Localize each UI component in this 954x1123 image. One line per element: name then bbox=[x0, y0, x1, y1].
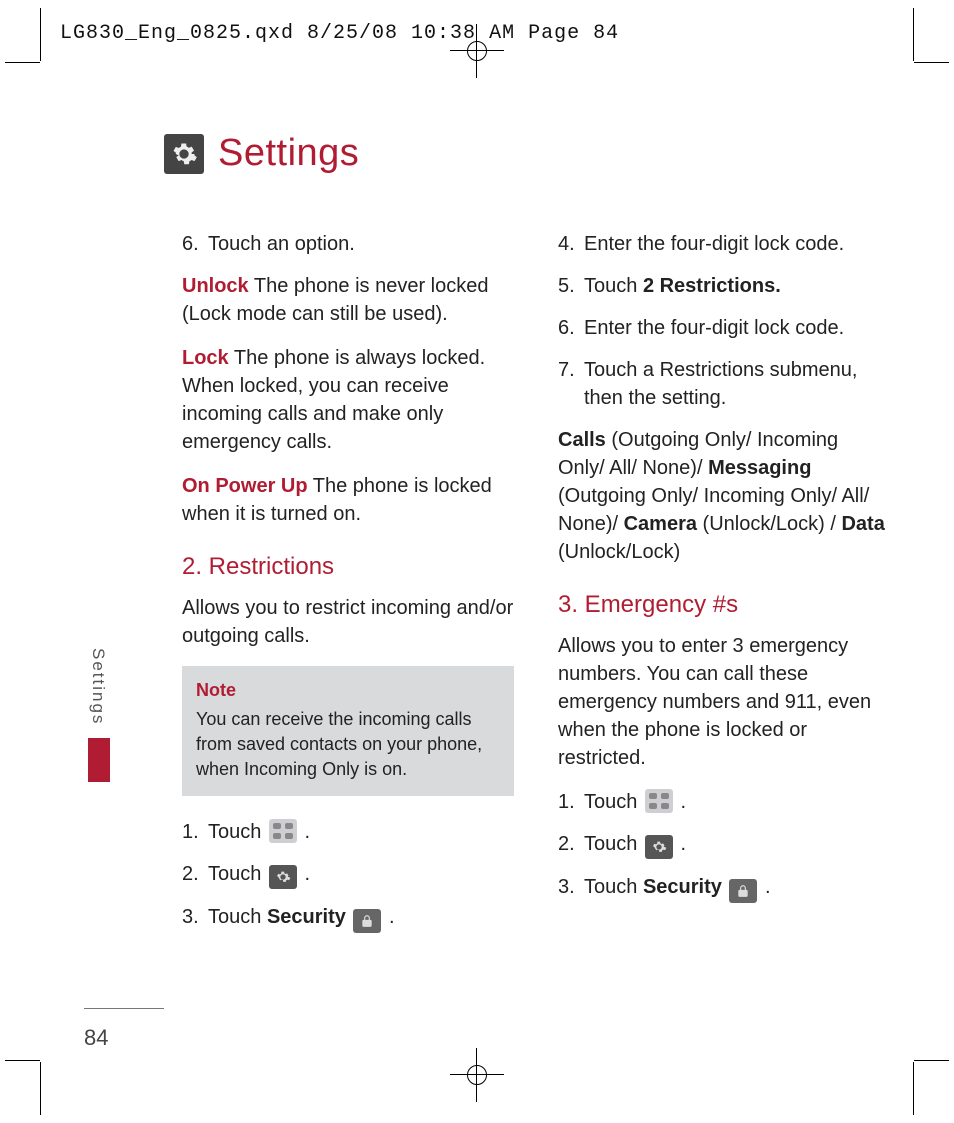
step-text: Enter the four-digit lock code. bbox=[584, 230, 890, 258]
step-6: 6. Touch an option. bbox=[182, 230, 514, 258]
step-text: Touch bbox=[208, 906, 267, 928]
bold-label: 2 Restrictions. bbox=[643, 275, 781, 297]
option-text: (Unlock/Lock) bbox=[558, 541, 680, 563]
lock-icon bbox=[353, 909, 381, 933]
crop-mark bbox=[40, 1062, 41, 1115]
bold-label: Data bbox=[841, 513, 884, 535]
gear-icon bbox=[269, 865, 297, 889]
step-text: Touch bbox=[208, 863, 267, 885]
menu-icon bbox=[269, 819, 297, 843]
step-number: 7. bbox=[558, 356, 584, 412]
step-text: Touch a Restrictions submenu, then the s… bbox=[584, 356, 890, 412]
step-number: 4. bbox=[558, 230, 584, 258]
restrict-step-1: 1. Touch . bbox=[182, 818, 514, 846]
option-unlock: Unlock The phone is never locked (Lock m… bbox=[182, 272, 514, 328]
step-number: 3. bbox=[182, 903, 208, 933]
page-number: 84 bbox=[84, 1025, 108, 1051]
step-number: 5. bbox=[558, 272, 584, 300]
step-number: 6. bbox=[182, 230, 208, 258]
step-text: . bbox=[305, 821, 311, 843]
side-tab-label: Settings bbox=[88, 642, 108, 738]
emergency-step-3: 3. Touch Security . bbox=[558, 873, 890, 903]
crop-mark bbox=[914, 1060, 949, 1061]
note-text: You can receive the incoming calls from … bbox=[196, 709, 482, 779]
restrictions-options: Calls (Outgoing Only/ Incoming Only/ All… bbox=[558, 426, 890, 566]
step-text: Touch bbox=[584, 275, 643, 297]
restrict-step-7: 7. Touch a Restrictions submenu, then th… bbox=[558, 356, 890, 412]
step-text: . bbox=[305, 863, 311, 885]
left-column: 6. Touch an option. Unlock The phone is … bbox=[182, 222, 514, 1051]
crop-mark bbox=[913, 1062, 914, 1115]
step-number: 3. bbox=[558, 873, 584, 903]
crop-mark bbox=[913, 8, 914, 61]
bold-label: Messaging bbox=[708, 457, 811, 479]
crop-mark bbox=[5, 1060, 40, 1061]
emergency-step-1: 1. Touch . bbox=[558, 788, 890, 816]
step-text: Touch bbox=[208, 821, 267, 843]
step-number: 1. bbox=[558, 788, 584, 816]
emergency-step-2: 2. Touch . bbox=[558, 830, 890, 859]
page-title: Settings bbox=[218, 132, 359, 175]
note-box: Note You can receive the incoming calls … bbox=[182, 666, 514, 797]
restrict-step-6: 6. Enter the four-digit lock code. bbox=[558, 314, 890, 342]
term-label: On Power Up bbox=[182, 475, 308, 497]
step-text: Enter the four-digit lock code. bbox=[584, 314, 890, 342]
term-label: Lock bbox=[182, 347, 229, 369]
right-column: 4. Enter the four-digit lock code. 5. To… bbox=[558, 222, 890, 1051]
footer-rule bbox=[84, 1008, 164, 1009]
crop-mark bbox=[40, 8, 41, 61]
restrict-step-4: 4. Enter the four-digit lock code. bbox=[558, 230, 890, 258]
option-lock: Lock The phone is always locked. When lo… bbox=[182, 344, 514, 456]
section-restrictions-heading: 2. Restrictions bbox=[182, 550, 514, 584]
step-number: 2. bbox=[182, 860, 208, 889]
step-text: Touch bbox=[584, 791, 643, 813]
side-tab-bar bbox=[88, 738, 110, 782]
step-number: 6. bbox=[558, 314, 584, 342]
step-text: . bbox=[681, 791, 687, 813]
step-text: Touch an option. bbox=[208, 230, 514, 258]
restrict-step-2: 2. Touch . bbox=[182, 860, 514, 889]
restrict-step-3: 3. Touch Security . bbox=[182, 903, 514, 933]
bold-label: Calls bbox=[558, 429, 606, 451]
note-label: Note bbox=[196, 678, 500, 703]
step-text: Touch bbox=[584, 876, 643, 898]
section-emergency-heading: 3. Emergency #s bbox=[558, 588, 890, 622]
term-label: Unlock bbox=[182, 275, 249, 297]
option-text: (Unlock/Lock) / bbox=[697, 513, 841, 535]
crop-mark bbox=[914, 62, 949, 63]
section-emergency-intro: Allows you to enter 3 emergency numbers.… bbox=[558, 632, 890, 772]
step-number: 1. bbox=[182, 818, 208, 846]
restrict-step-5: 5. Touch 2 Restrictions. bbox=[558, 272, 890, 300]
step-text: . bbox=[389, 906, 395, 928]
registration-mark-bottom bbox=[442, 1061, 512, 1086]
crop-mark bbox=[5, 62, 40, 63]
settings-icon bbox=[164, 134, 204, 174]
bold-label: Security bbox=[267, 906, 346, 928]
registration-mark-top bbox=[442, 37, 512, 62]
step-text: Touch bbox=[584, 833, 643, 855]
side-tab: Settings bbox=[88, 642, 110, 772]
print-slug: LG830_Eng_0825.qxd 8/25/08 10:38 AM Page… bbox=[60, 22, 619, 45]
menu-icon bbox=[645, 789, 673, 813]
bold-label: Security bbox=[643, 876, 722, 898]
bold-label: Camera bbox=[624, 513, 697, 535]
step-text: . bbox=[681, 833, 687, 855]
step-text: . bbox=[765, 876, 771, 898]
step-number: 2. bbox=[558, 830, 584, 859]
option-on-power-up: On Power Up The phone is locked when it … bbox=[182, 472, 514, 528]
section-restrictions-intro: Allows you to restrict incoming and/or o… bbox=[182, 594, 514, 650]
gear-icon bbox=[645, 835, 673, 859]
lock-icon bbox=[729, 879, 757, 903]
